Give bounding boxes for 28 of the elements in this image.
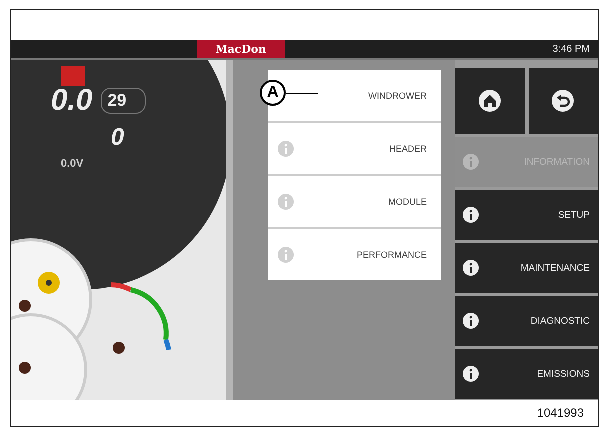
info-icon bbox=[463, 154, 479, 170]
info-icon bbox=[278, 194, 294, 210]
voltage-reading: 0.0V bbox=[61, 158, 85, 170]
back-button[interactable] bbox=[528, 68, 598, 134]
menu-item[interactable]: SETUP bbox=[455, 190, 598, 240]
clock-time: 3:46 PM bbox=[552, 42, 591, 56]
submenu-item[interactable]: PERFORMANCE bbox=[268, 229, 441, 280]
submenu-item[interactable]: MODULE bbox=[268, 176, 441, 227]
submenu-item[interactable]: HEADER bbox=[268, 123, 441, 174]
brand-logo: MacDon bbox=[197, 40, 285, 58]
info-icon bbox=[278, 246, 294, 262]
speed-limit-reading: 29 bbox=[100, 88, 146, 114]
figure-number: 1041993 bbox=[537, 406, 584, 420]
home-button[interactable] bbox=[455, 68, 524, 134]
info-icon bbox=[278, 140, 294, 156]
menu-item[interactable]: DIAGNOSTIC bbox=[455, 296, 598, 346]
info-icon bbox=[463, 313, 479, 329]
info-icon bbox=[463, 366, 479, 382]
callout-label: A bbox=[260, 80, 286, 106]
count-reading: 0 bbox=[111, 124, 126, 152]
home-icon bbox=[478, 90, 501, 112]
menu-item[interactable]: EMISSIONS bbox=[455, 349, 598, 399]
info-icon bbox=[463, 207, 479, 223]
leader-line bbox=[286, 92, 318, 94]
back-icon bbox=[552, 90, 574, 112]
speed-reading: 0.0 bbox=[51, 84, 93, 118]
menu-item[interactable]: MAINTENANCE bbox=[455, 243, 598, 293]
info-icon bbox=[463, 260, 479, 276]
